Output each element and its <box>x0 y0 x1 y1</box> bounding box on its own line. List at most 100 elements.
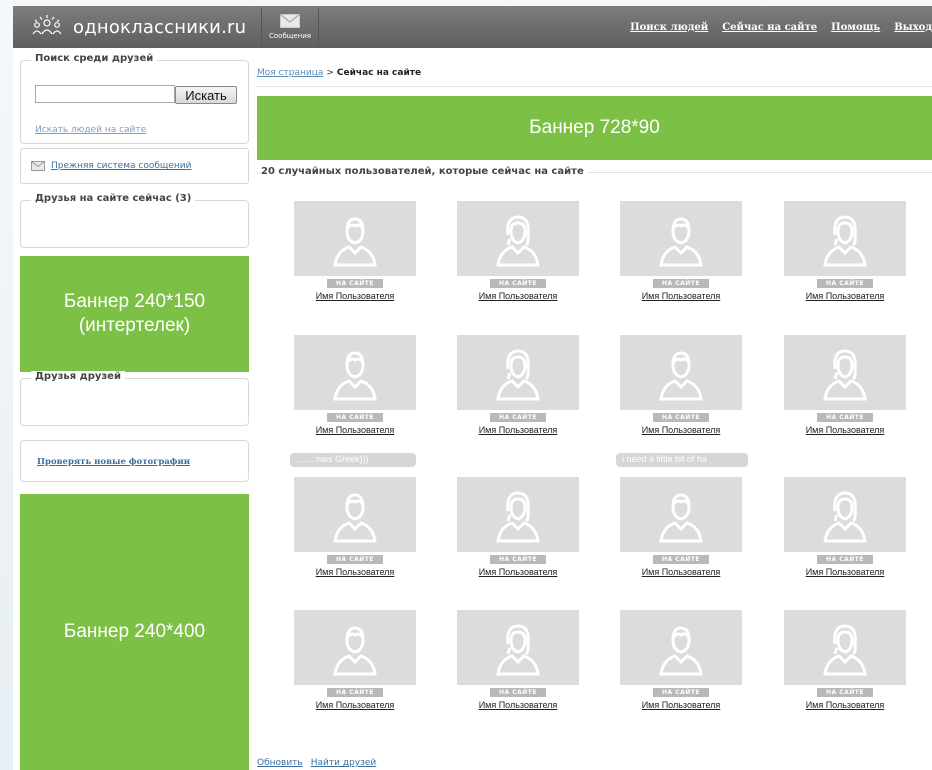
breadcrumb: Моя страница > Сейчас на сайте <box>257 68 421 78</box>
user-name-link[interactable]: Имя Пользователя <box>457 567 579 577</box>
online-users-title: 20 случайных пользователей, которые сейч… <box>261 166 588 177</box>
refresh-link[interactable]: Обновить <box>257 758 303 768</box>
check-photos-link[interactable]: Проверять новые фотографии <box>37 457 190 467</box>
old-messages-box: Прежняя система сообщений <box>20 148 249 184</box>
main-content: Моя страница > Сейчас на сайте Баннер 728*… <box>257 48 932 770</box>
user-name-link[interactable]: Имя Пользователя <box>784 291 906 301</box>
friends-of-friends-box: Друзья друзей <box>20 371 249 426</box>
user-name-link[interactable]: Имя Пользователя <box>457 700 579 710</box>
user-name-link[interactable]: Имя Пользователя <box>784 425 906 435</box>
user-name-link[interactable]: Имя Пользователя <box>620 567 742 577</box>
check-photos-box: Проверять новые фотографии <box>20 440 249 482</box>
banner-240x400[interactable]: Баннер 240*400 <box>20 494 249 770</box>
messages-button[interactable]: Сообщения <box>261 8 319 46</box>
breadcrumb-divider <box>257 86 932 87</box>
user-photo[interactable] <box>457 335 579 410</box>
left-sidebar: Поиск среди друзей Искать Искать людей н… <box>13 48 249 770</box>
friends-of-friends-title: Друзья друзей <box>31 371 125 382</box>
user-photo[interactable] <box>457 201 579 276</box>
friends-search-title: Поиск среди друзей <box>31 53 158 64</box>
user-name-link[interactable]: Имя Пользователя <box>620 425 742 435</box>
online-badge: НА САЙТЕ <box>653 413 709 422</box>
user-card: НА САЙТЕ Имя Пользователя <box>457 201 579 321</box>
user-photo[interactable] <box>294 477 416 552</box>
banner-728x90[interactable]: Баннер 728*90 <box>257 96 932 160</box>
breadcrumb-current: Сейчас на сайте <box>336 68 422 78</box>
online-badge: НА САЙТЕ <box>817 688 873 697</box>
search-button[interactable]: Искать <box>175 86 237 104</box>
user-name-link[interactable]: Имя Пользователя <box>457 291 579 301</box>
user-name-link[interactable]: Имя Пользователя <box>294 425 416 435</box>
female-avatar-icon <box>496 623 540 675</box>
logo-text: одноклассники.ru <box>73 16 247 38</box>
online-badge: НА САЙТЕ <box>817 413 873 422</box>
user-photo[interactable] <box>784 477 906 552</box>
online-badge: НА САЙТЕ <box>327 279 383 288</box>
online-badge: НА САЙТЕ <box>327 413 383 422</box>
nav-help[interactable]: Помощь <box>831 22 880 33</box>
nav-logout[interactable]: Выход <box>894 22 932 33</box>
user-photo[interactable] <box>620 201 742 276</box>
user-photo[interactable] <box>784 201 906 276</box>
user-card: НА САЙТЕ Имя Пользователя <box>784 610 906 730</box>
user-card: НА САЙТЕ Имя Пользователя <box>294 201 416 321</box>
female-avatar-icon <box>823 623 867 675</box>
user-photo[interactable] <box>457 610 579 685</box>
user-name-link[interactable]: Имя Пользователя <box>294 291 416 301</box>
female-avatar-icon <box>496 348 540 400</box>
user-photo[interactable] <box>457 477 579 552</box>
user-card: НА САЙТЕ Имя Пользователя <box>457 335 579 455</box>
user-photo[interactable] <box>620 610 742 685</box>
male-avatar-icon <box>333 625 377 675</box>
online-badge: НА САЙТЕ <box>653 688 709 697</box>
female-avatar-icon <box>496 490 540 542</box>
user-name-link[interactable]: Имя Пользователя <box>784 700 906 710</box>
user-name-link[interactable]: Имя Пользователя <box>457 425 579 435</box>
user-card: НА САЙТЕ Имя Пользователя <box>784 201 906 321</box>
top-nav: Поиск людей Сейчас на сайте Помощь Выход <box>630 6 932 48</box>
messages-label: Сообщения <box>268 32 311 40</box>
user-photo[interactable] <box>784 335 906 410</box>
user-card: НА САЙТЕ Имя Пользователя <box>620 477 742 597</box>
online-badge: НА САЙТЕ <box>490 413 546 422</box>
friends-online-title: Друзья на сайте сейчас (3) <box>31 193 196 204</box>
male-avatar-icon <box>659 350 703 400</box>
breadcrumb-my-page[interactable]: Моя страница <box>257 68 323 78</box>
male-avatar-icon <box>659 216 703 266</box>
user-name-link[interactable]: Имя Пользователя <box>294 567 416 577</box>
status-bubble: ........nais Greek))) <box>290 453 416 467</box>
user-name-link[interactable]: Имя Пользователя <box>784 567 906 577</box>
search-people-link[interactable]: Искать людей на сайте <box>35 125 146 135</box>
user-photo[interactable] <box>294 610 416 685</box>
user-name-link[interactable]: Имя Пользователя <box>294 700 416 710</box>
user-card: НА САЙТЕ Имя Пользователя <box>294 610 416 730</box>
status-bubble: i need a little bit of ha <box>616 453 748 467</box>
male-avatar-icon <box>659 625 703 675</box>
breadcrumb-separator: > <box>326 68 334 78</box>
user-name-link[interactable]: Имя Пользователя <box>620 291 742 301</box>
male-avatar-icon <box>333 350 377 400</box>
nav-online-now[interactable]: Сейчас на сайте <box>722 22 817 33</box>
male-avatar-icon <box>333 216 377 266</box>
user-photo[interactable] <box>620 335 742 410</box>
old-messages-link[interactable]: Прежняя система сообщений <box>51 161 192 171</box>
user-name-link[interactable]: Имя Пользователя <box>620 700 742 710</box>
online-badge: НА САЙТЕ <box>490 279 546 288</box>
online-badge: НА САЙТЕ <box>817 279 873 288</box>
online-badge: НА САЙТЕ <box>327 555 383 564</box>
user-photo[interactable] <box>784 610 906 685</box>
user-card: НА САЙТЕ Имя Пользователя <box>620 610 742 730</box>
user-photo[interactable] <box>620 477 742 552</box>
user-photo[interactable] <box>294 335 416 410</box>
banner-240x150[interactable]: Баннер 240*150 (интертелек) <box>20 256 249 372</box>
user-card: НА САЙТЕ Имя Пользователя <box>457 477 579 597</box>
site-logo[interactable]: одноклассники.ru <box>13 6 253 48</box>
female-avatar-icon <box>823 348 867 400</box>
user-photo[interactable] <box>294 201 416 276</box>
user-card: НА САЙТЕ Имя Пользователя <box>620 335 742 455</box>
user-card: НА САЙТЕ Имя Пользователя <box>457 610 579 730</box>
friends-search-input[interactable] <box>35 85 175 103</box>
find-friends-link[interactable]: Найти друзей <box>311 758 377 768</box>
friends-search-box: Поиск среди друзей Искать Искать людей н… <box>20 53 249 144</box>
nav-people-search[interactable]: Поиск людей <box>630 22 708 33</box>
